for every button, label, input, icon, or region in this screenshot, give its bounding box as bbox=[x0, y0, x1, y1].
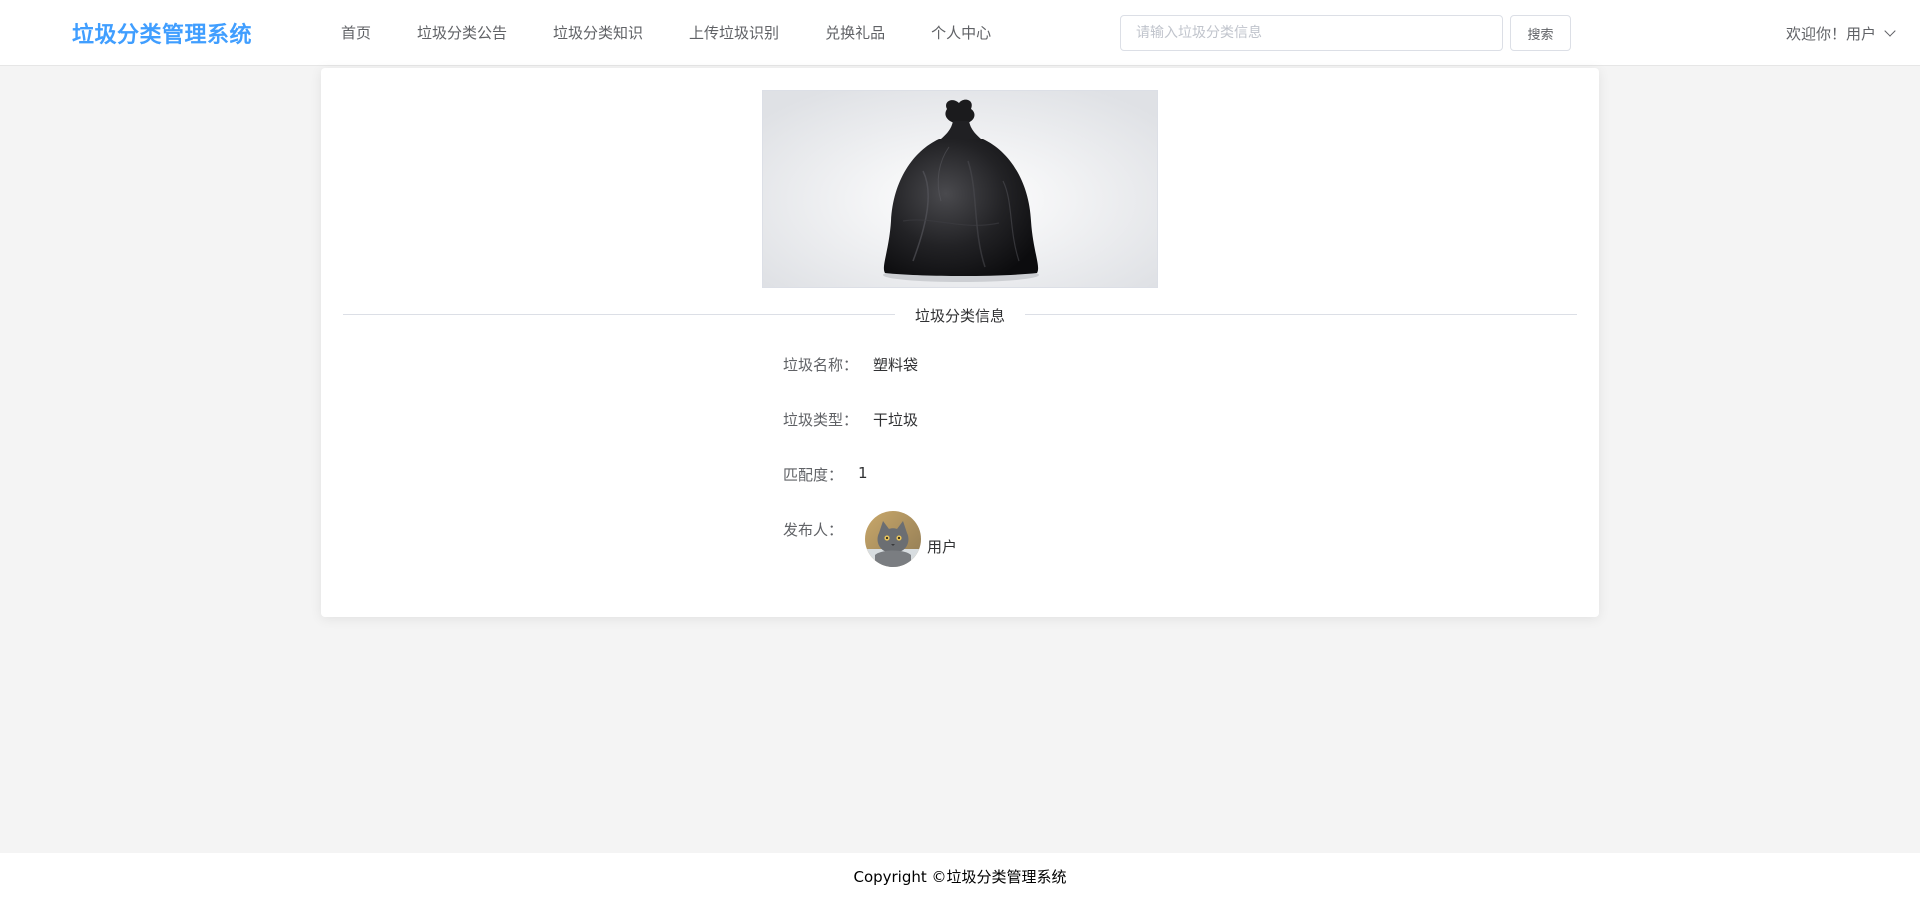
section-divider: 垃圾分类信息 bbox=[343, 305, 1577, 326]
garbage-name-label: 垃圾名称： bbox=[783, 356, 859, 374]
main-nav: 首页 垃圾分类公告 垃圾分类知识 上传垃圾识别 兑换礼品 个人中心 bbox=[318, 0, 1014, 66]
publisher-name: 用户 bbox=[927, 538, 958, 556]
garbage-image bbox=[762, 90, 1158, 288]
chevron-down-icon bbox=[1884, 24, 1896, 37]
nav-item-upload-recognition[interactable]: 上传垃圾识别 bbox=[666, 0, 802, 66]
user-greeting: 欢迎你！用户 bbox=[1785, 24, 1876, 43]
info-row-publisher: 发布人： 用户 bbox=[783, 511, 957, 567]
nav-item-knowledge[interactable]: 垃圾分类知识 bbox=[530, 0, 666, 66]
nav-item-profile[interactable]: 个人中心 bbox=[908, 0, 1014, 66]
site-logo[interactable]: 垃圾分类管理系统 bbox=[72, 17, 252, 49]
nav-item-redeem-gifts[interactable]: 兑换礼品 bbox=[802, 0, 908, 66]
nav-item-home[interactable]: 首页 bbox=[318, 0, 394, 66]
garbage-detail-card: 垃圾分类信息 垃圾名称： 塑料袋 垃圾类型： 干垃圾 匹配度： 1 发布人： 用… bbox=[321, 68, 1599, 617]
search-button[interactable]: 搜索 bbox=[1510, 15, 1571, 51]
garbage-type-value: 干垃圾 bbox=[873, 411, 919, 429]
garbage-name-value: 塑料袋 bbox=[873, 356, 919, 374]
user-menu[interactable]: 欢迎你！用户 bbox=[1785, 0, 1896, 66]
info-row-name: 垃圾名称： 塑料袋 bbox=[783, 354, 918, 375]
footer: Copyright ©垃圾分类管理系统 bbox=[0, 853, 1920, 919]
publisher: 用户 bbox=[865, 511, 985, 571]
search-input[interactable] bbox=[1120, 15, 1503, 51]
top-navbar: 垃圾分类管理系统 首页 垃圾分类公告 垃圾分类知识 上传垃圾识别 兑换礼品 个人… bbox=[0, 0, 1920, 66]
section-title: 垃圾分类信息 bbox=[894, 305, 1026, 326]
publisher-label: 发布人： bbox=[783, 521, 844, 539]
garbage-type-label: 垃圾类型： bbox=[783, 411, 859, 429]
avatar bbox=[865, 511, 921, 567]
copyright-text: Copyright ©垃圾分类管理系统 bbox=[853, 868, 1067, 886]
nav-item-announcements[interactable]: 垃圾分类公告 bbox=[394, 0, 530, 66]
match-value: 1 bbox=[858, 464, 868, 482]
match-label: 匹配度： bbox=[783, 466, 844, 484]
info-row-type: 垃圾类型： 干垃圾 bbox=[783, 409, 918, 430]
info-row-match: 匹配度： 1 bbox=[783, 464, 868, 485]
